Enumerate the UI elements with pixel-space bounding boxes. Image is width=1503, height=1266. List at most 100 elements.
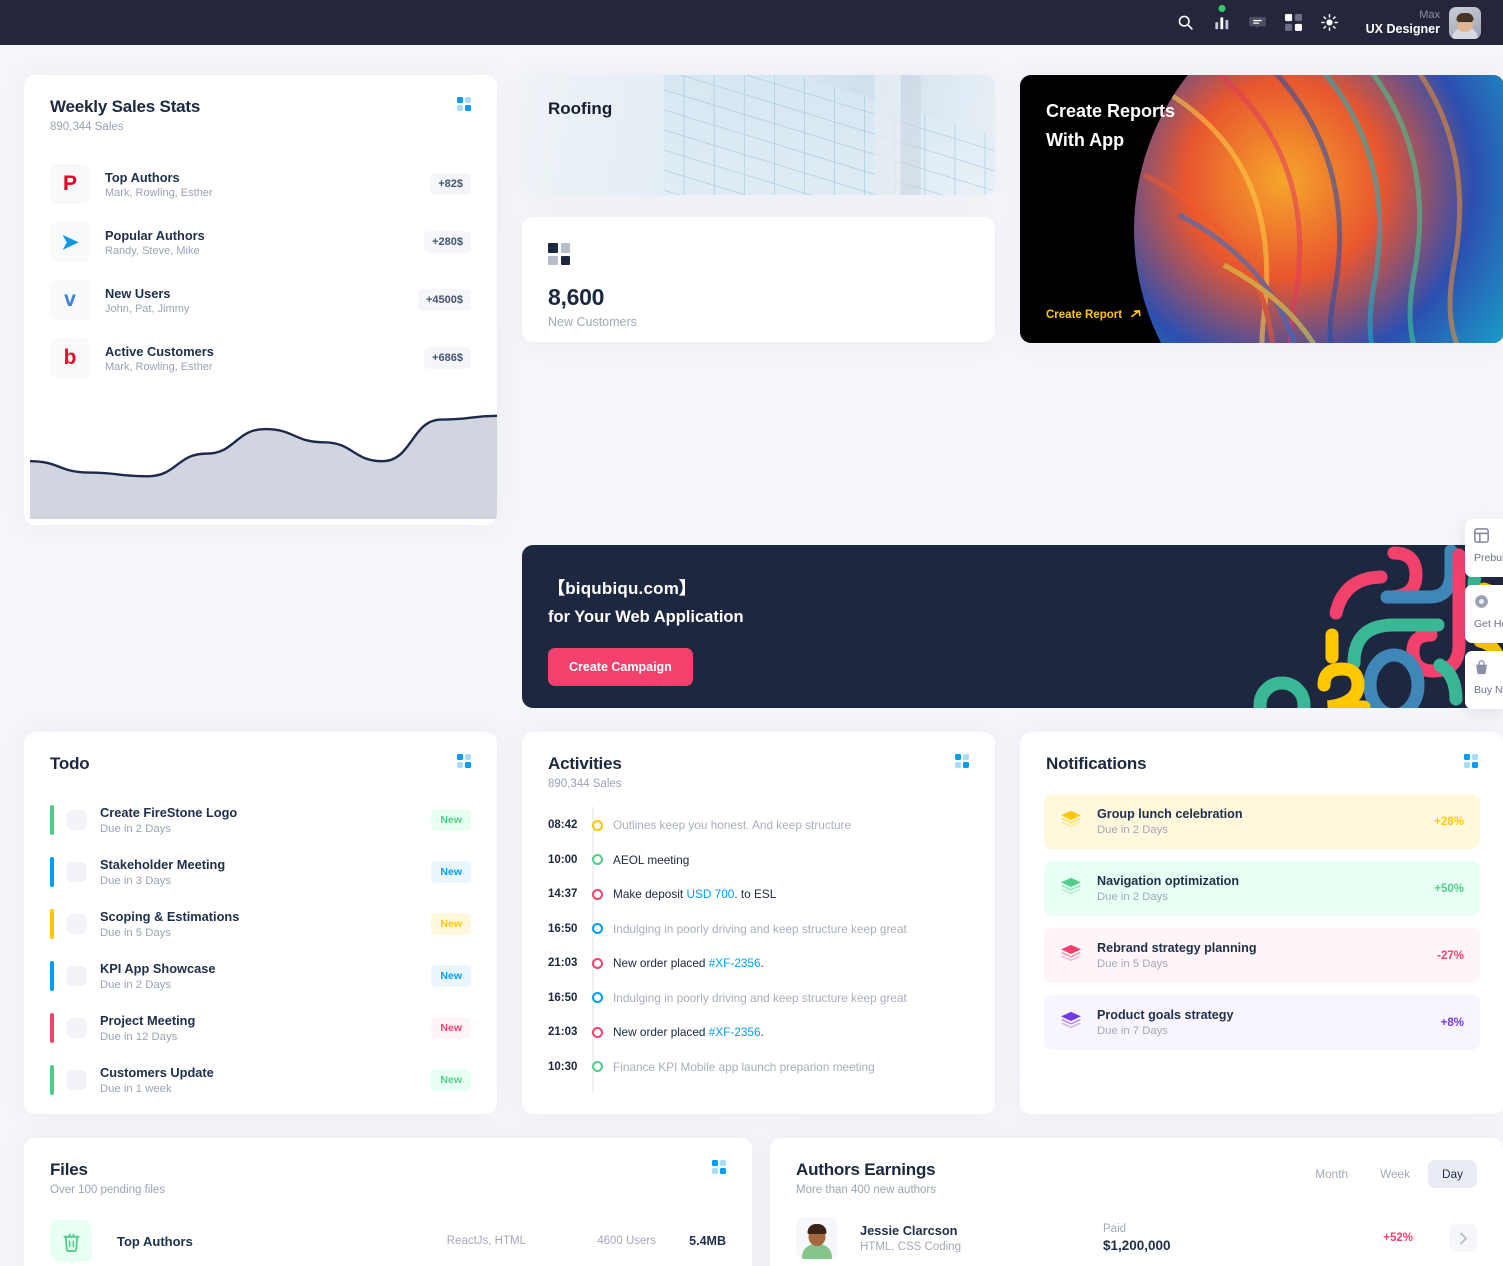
paid-label: Paid [1103, 1223, 1127, 1235]
status-badge: +52% [1383, 1232, 1413, 1244]
file-size: 5.4MB [689, 1234, 726, 1248]
activity-link[interactable]: #XF-2356 [709, 956, 761, 970]
todo-checkbox[interactable] [67, 862, 87, 882]
status-badge: +686$ [424, 347, 471, 369]
todo-checkbox[interactable] [67, 966, 87, 986]
user-profile-menu[interactable]: Max UX Designer [1366, 6, 1481, 39]
create-report-label: Create Report [1046, 308, 1123, 321]
todo-checkbox[interactable] [67, 1018, 87, 1038]
activity-time: 08:42 [548, 819, 578, 832]
list-item[interactable]: Project Meeting Due in 12 Days New [50, 1002, 471, 1054]
activity-link[interactable]: #XF-2356 [709, 1025, 761, 1039]
status-badge: +4500$ [417, 289, 471, 311]
campaign-banner: 【biqubiqu.com】 for Your Web Application … [522, 545, 1503, 708]
priority-bar [50, 1065, 54, 1095]
vimeo-icon: v [50, 280, 90, 320]
campaign-line-1: 【biqubiqu.com】 [548, 579, 697, 598]
list-item[interactable]: 16:50 Indulging in poorly driving and ke… [548, 981, 969, 1016]
apps-grid-icon-button[interactable] [1276, 0, 1312, 45]
list-item-title: Active Customers [105, 343, 214, 359]
list-item-due: Due in 7 Days [1097, 1025, 1168, 1037]
list-item[interactable]: Scoping & Estimations Due in 5 Days New [50, 898, 471, 950]
list-item[interactable]: Rebrand strategy planning Due in 5 Days … [1044, 928, 1480, 983]
tab-month[interactable]: Month [1301, 1160, 1362, 1188]
arrow-right-icon [1131, 309, 1141, 318]
list-item-text: Navigation optimization Due in 2 Days [1097, 874, 1419, 903]
list-item[interactable]: KPI App Showcase Due in 2 Days New [50, 950, 471, 1002]
campaign-content: 【biqubiqu.com】 for Your Web Application … [522, 545, 1503, 686]
roofing-title: Roofing [548, 99, 613, 118]
status-badge: New [431, 861, 471, 883]
list-item[interactable]: v New Users John, Pat, Jimmy +4500$ [50, 271, 471, 329]
list-item[interactable]: Product goals strategy Due in 7 Days +8% [1044, 995, 1480, 1050]
list-item[interactable]: 14:37 Make deposit USD 700. to ESL [548, 877, 969, 912]
files-card: Files Over 100 pending files Top Authors… [24, 1138, 752, 1266]
list-item[interactable]: ➤ Popular Authors Randy, Steve, Mike +28… [50, 213, 471, 271]
float-panel-item[interactable]: Buy N [1465, 651, 1503, 709]
activity-text: Indulging in poorly driving and keep str… [613, 990, 907, 1005]
float-panel-item[interactable]: Get He [1465, 585, 1503, 643]
authors-list: Jessie Clarcson HTML, CSS Coding Paid $1… [770, 1196, 1503, 1266]
grid-dots-icon[interactable] [955, 754, 969, 768]
dashboard-row-3: Files Over 100 pending files Top Authors… [24, 1138, 1503, 1266]
help-icon [1474, 594, 1489, 614]
create-report-link[interactable]: Create Report [1046, 308, 1143, 321]
table-row[interactable]: Jessie Clarcson HTML, CSS Coding Paid $1… [770, 1208, 1503, 1266]
activity-text: Indulging in poorly driving and keep str… [613, 921, 907, 936]
chevron-right-icon[interactable] [1449, 1224, 1477, 1252]
activities-subtitle: 890,344 Sales [548, 778, 622, 790]
list-item-text: Popular Authors Randy, Steve, Mike [105, 228, 409, 257]
todo-checkbox[interactable] [67, 1070, 87, 1090]
bloglovin-icon: b [50, 338, 90, 378]
list-item[interactable]: Navigation optimization Due in 2 Days +5… [1044, 861, 1480, 916]
grid-dots-icon[interactable] [1464, 754, 1478, 768]
list-item[interactable]: 10:00 AEOL meeting [548, 843, 969, 878]
list-item-title: Scoping & Estimations [100, 909, 240, 924]
activity-text: Outlines keep you honest. And keep struc… [613, 818, 852, 833]
status-badge: New [431, 913, 471, 935]
authors-earnings-card: Authors Earnings More than 400 new autho… [770, 1138, 1503, 1266]
card-subtitle: 890,344 Sales [50, 121, 124, 133]
list-item[interactable]: 21:03 New order placed #XF-2356. [548, 946, 969, 981]
list-item[interactable]: P Top Authors Mark, Rowling, Esther +82$ [50, 155, 471, 213]
list-item-due: Due in 5 Days [1097, 958, 1168, 970]
tab-week[interactable]: Week [1366, 1160, 1424, 1188]
dashboard-row-2: Todo Create FireStone Logo Due in 2 Days… [24, 732, 1503, 1114]
list-item[interactable]: 21:03 New order placed #XF-2356. [548, 1015, 969, 1050]
new-customers-value: 8,600 [548, 284, 605, 310]
list-item[interactable]: 16:50 Indulging in poorly driving and ke… [548, 912, 969, 947]
grid-dots-icon[interactable] [712, 1160, 726, 1174]
grid-dots-icon[interactable] [457, 754, 471, 768]
search-icon-button[interactable] [1168, 0, 1204, 45]
todo-checkbox[interactable] [67, 810, 87, 830]
authors-subtitle: More than 400 new authors [796, 1184, 937, 1196]
tab-day[interactable]: Day [1428, 1160, 1477, 1188]
building-facade-image [663, 75, 995, 195]
list-item[interactable]: Stakeholder Meeting Due in 3 Days New [50, 846, 471, 898]
list-item[interactable]: 10:30 Finance KPI Mobile app launch prep… [548, 1050, 969, 1085]
avatar [796, 1217, 838, 1259]
analytics-icon-button[interactable] [1204, 0, 1240, 45]
card-header: Todo [24, 732, 497, 774]
todo-checkbox[interactable] [67, 914, 87, 934]
messages-icon-button[interactable] [1240, 0, 1276, 45]
create-reports-card[interactable]: Create Reports With App Create Report [1020, 75, 1503, 343]
grid-dots-icon[interactable] [457, 97, 471, 111]
theme-toggle-button[interactable] [1312, 0, 1348, 45]
roofing-card[interactable]: Roofing [522, 75, 995, 195]
list-item[interactable]: 08:42 Outlines keep you honest. And keep… [548, 808, 969, 843]
create-campaign-button[interactable]: Create Campaign [548, 648, 693, 686]
pinterest-icon: P [50, 164, 90, 204]
status-badge: New [431, 1069, 471, 1091]
table-row[interactable]: Top Authors ReactJs, HTML 4600 Users 5.4… [24, 1210, 752, 1266]
float-panel-item[interactable]: Prebui [1465, 519, 1503, 577]
list-item-due: Due in 1 week [100, 1083, 172, 1095]
card-header: Authors Earnings More than 400 new autho… [770, 1138, 1503, 1196]
list-item[interactable]: Customers Update Due in 1 week New [50, 1054, 471, 1106]
list-item-people: Mark, Rowling, Esther [105, 186, 213, 199]
activity-link[interactable]: USD 700 [686, 887, 734, 901]
timeline-dot-icon [592, 957, 603, 969]
list-item[interactable]: Group lunch celebration Due in 2 Days +2… [1044, 794, 1480, 849]
priority-bar [50, 805, 54, 835]
list-item[interactable]: Create FireStone Logo Due in 2 Days New [50, 794, 471, 846]
